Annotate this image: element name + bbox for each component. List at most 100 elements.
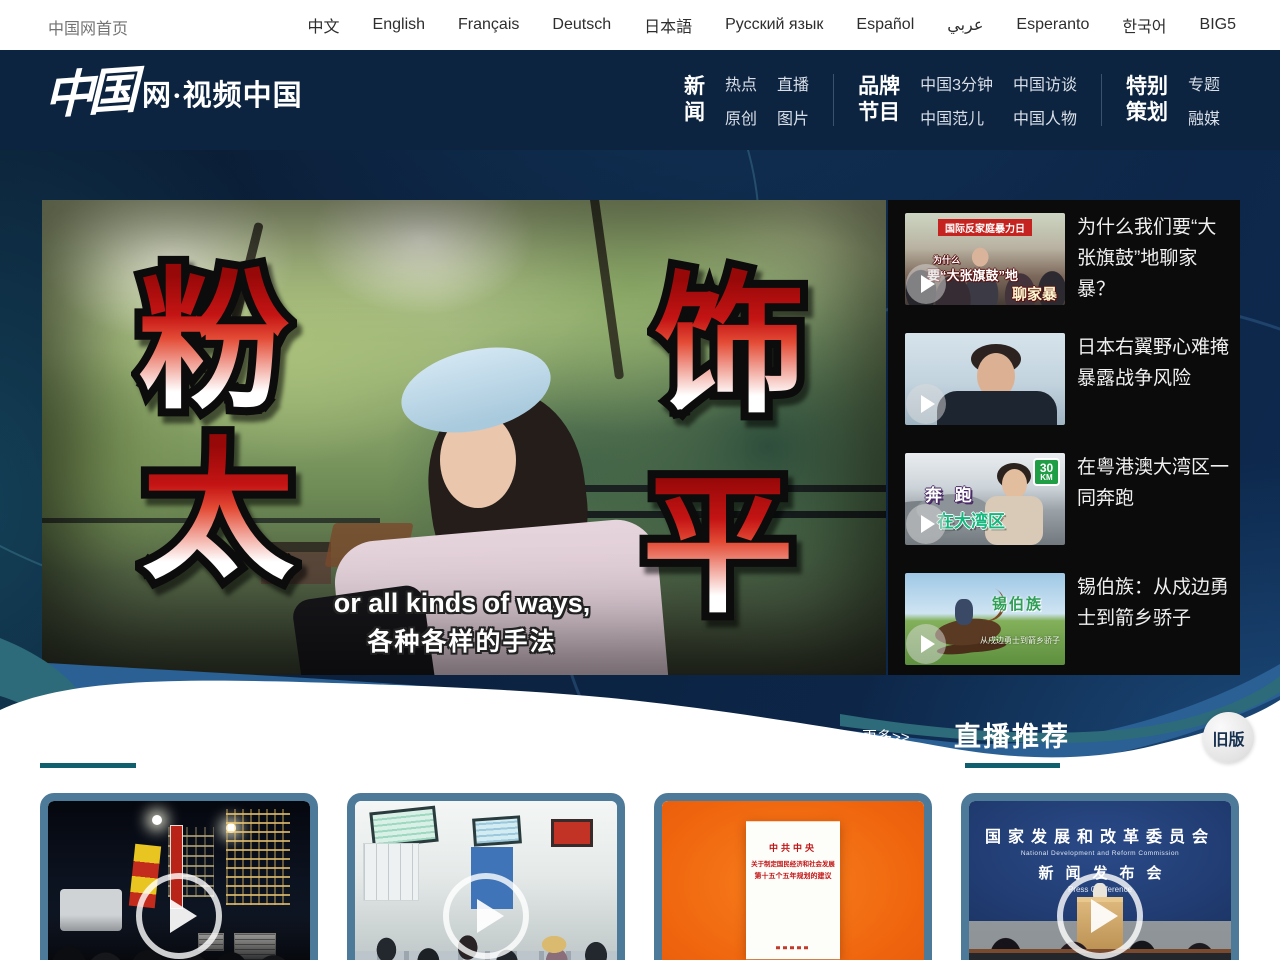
hero-section: or all kinds of ways, 各种各样的手法 国际反家庭暴力日 为… [0, 150, 1280, 790]
lang-espanol[interactable]: Español [856, 16, 914, 34]
video-thumbnail[interactable]: 30 KM 奔 跑 在大湾区 [905, 453, 1065, 545]
document-cover: 中共中央 关于制定国民经济和社会发展 第十五个五年规划的建议 [746, 821, 840, 959]
nav-link-media[interactable]: 融媒 [1188, 105, 1220, 129]
heading-underline [965, 763, 1060, 768]
nav-link-live[interactable]: 直播 [777, 71, 809, 95]
video-card-waiting-hall[interactable] [347, 793, 625, 960]
logo-suffix: 网·视频中国 [142, 72, 303, 114]
thumb-overlay-text: 聊家暴 [1012, 283, 1057, 304]
nav-link-hot[interactable]: 热点 [725, 71, 757, 95]
decor-screen [551, 819, 593, 847]
nav-special-line2: 策划 [1126, 100, 1168, 126]
subtitle-en: or all kinds of ways, [334, 588, 591, 619]
thumb-banner: 国际反家庭暴力日 [938, 219, 1032, 236]
backdrop-text: National Development and Reform Commissi… [969, 850, 1231, 857]
nav-news-line1: 新 [684, 74, 705, 100]
nav-link-china3min[interactable]: 中国3分钟 [920, 71, 993, 95]
lang-esperanto[interactable]: Esperanto [1016, 16, 1089, 34]
language-bar: 中文 English Français Deutsch 日本語 Русский … [308, 0, 1236, 50]
lang-big5[interactable]: BIG5 [1200, 16, 1236, 34]
decor-person [1002, 469, 1027, 499]
nav-brand-line1: 品牌 [858, 74, 900, 100]
site-logo[interactable]: 中国 网·视频中国 [44, 68, 303, 118]
nav-special-line1: 特别 [1126, 74, 1168, 100]
decor-streetlight [152, 815, 162, 825]
play-icon[interactable] [906, 264, 946, 304]
video-card-protest[interactable] [40, 793, 318, 960]
video-card-plan-document[interactable]: 中共中央 关于制定国民经济和社会发展 第十五个五年规划的建议 [654, 793, 932, 960]
play-icon[interactable] [136, 873, 222, 959]
lang-arabic[interactable]: عربي [947, 15, 983, 35]
nav-link-special-planning[interactable]: 特别 策划 [1126, 74, 1168, 127]
lang-english[interactable]: English [373, 16, 425, 34]
overlay-char-ping [642, 462, 812, 632]
video-thumbnail [355, 801, 617, 960]
section-heading-live: 直播推荐 [942, 715, 1082, 754]
video-thumbnail: 中共中央 关于制定国民经济和社会发展 第十五个五年规划的建议 [662, 801, 924, 960]
lang-zh[interactable]: 中文 [308, 13, 340, 37]
play-icon[interactable] [1057, 873, 1143, 959]
decor-tree [589, 200, 624, 380]
video-title[interactable]: 为什么我们要“大张旗鼓”地聊家暴？ [1077, 213, 1230, 305]
home-link[interactable]: 中国网首页 [48, 15, 128, 39]
nav-link-topics[interactable]: 专题 [1188, 71, 1220, 95]
more-link[interactable]: 更多>> [862, 726, 910, 747]
lang-japanese[interactable]: 日本語 [644, 13, 692, 37]
lang-francais[interactable]: Français [458, 16, 519, 34]
video-thumbnail: 国家发展和改革委员会 National Development and Refo… [969, 801, 1231, 960]
main-nav: 新 闻 热点 原创 直播 图片 品牌 节目 中国3分钟 中国范儿 中国 [684, 50, 1220, 150]
backdrop-text: 国家发展和改革委员会 [969, 823, 1231, 847]
video-card-row: 中共中央 关于制定国民经济和社会发展 第十五个五年规划的建议 国家发展和改革委员… [0, 793, 1280, 960]
publisher-mark [776, 946, 810, 949]
play-icon[interactable] [443, 873, 529, 959]
side-video-item-2[interactable]: 日本右翼野心难掩 暴露战争风险 [905, 333, 1230, 425]
lang-russian[interactable]: Русский язык [725, 16, 823, 34]
thumb-overlay-text: 奔 跑 [925, 481, 976, 506]
side-video-list: 国际反家庭暴力日 为什么 要“大张旗鼓”地 聊家暴 为什么我们要“大张旗鼓”地聊… [888, 200, 1240, 675]
decor-bench [324, 523, 413, 567]
nav-link-news[interactable]: 新 闻 [684, 74, 705, 127]
lang-korean[interactable]: 한국어 [1122, 13, 1166, 37]
side-video-item-3[interactable]: 30 KM 奔 跑 在大湾区 在粤港澳大湾区一同奔跑 [905, 453, 1230, 545]
sign-km: KM [1035, 474, 1058, 482]
video-title[interactable]: 日本右翼野心难掩 暴露战争风险 [1077, 333, 1230, 425]
nav-news-line2: 闻 [684, 100, 705, 126]
play-icon[interactable] [906, 504, 946, 544]
video-thumbnail[interactable] [905, 333, 1065, 425]
video-title[interactable]: 在粤港澳大湾区一同奔跑 [1077, 453, 1230, 545]
nav-group-brand-programs: 品牌 节目 中国3分钟 中国范儿 中国访谈 中国人物 [858, 71, 1077, 129]
decor-person [937, 391, 1057, 425]
nav-link-brand-programs[interactable]: 品牌 节目 [858, 74, 900, 127]
nav-link-original[interactable]: 原创 [725, 105, 757, 129]
document-title-line: 关于制定国民经济和社会发展 [750, 860, 836, 869]
decor-screen [472, 815, 522, 846]
side-video-item-1[interactable]: 国际反家庭暴力日 为什么 要“大张旗鼓”地 聊家暴 为什么我们要“大张旗鼓”地聊… [905, 213, 1230, 305]
nav-link-pictures[interactable]: 图片 [777, 105, 809, 129]
nav-group-news: 新 闻 热点 原创 直播 图片 [684, 71, 809, 129]
old-version-button[interactable]: 旧版 [1203, 712, 1254, 763]
video-card-press-conference[interactable]: 国家发展和改革委员会 National Development and Refo… [961, 793, 1239, 960]
nav-brand-line2: 节目 [858, 100, 900, 126]
nav-link-china-talk[interactable]: 中国访谈 [1013, 71, 1077, 95]
featured-video[interactable]: or all kinds of ways, 各种各样的手法 [42, 200, 886, 675]
nav-link-chinafanr[interactable]: 中国范儿 [920, 105, 993, 129]
overlay-char-tai [142, 428, 312, 598]
lang-deutsch[interactable]: Deutsch [552, 16, 611, 34]
decor-person [418, 383, 598, 610]
nav-link-china-people[interactable]: 中国人物 [1013, 105, 1077, 129]
overlay-char-shi [654, 262, 824, 432]
decor-building [226, 809, 290, 905]
decor-kiosk [363, 843, 419, 901]
overlay-char-fen [138, 258, 308, 428]
nav-divider [833, 74, 834, 126]
video-thumbnail[interactable]: 国际反家庭暴力日 为什么 要“大张旗鼓”地 聊家暴 [905, 213, 1065, 305]
nav-divider [1101, 74, 1102, 126]
logo-calligraphy: 中国 [44, 65, 142, 122]
speed-sign: 30 KM [1033, 458, 1060, 486]
decor-person-cap [393, 334, 559, 446]
topbar: 中国网首页 中文 English Français Deutsch 日本語 Ру… [0, 0, 1280, 50]
heading-underline [40, 763, 136, 768]
document-title-line: 第十五个五年规划的建议 [746, 871, 840, 881]
nav-group-special: 特别 策划 专题 融媒 [1126, 71, 1220, 129]
thumb-overlay-text: 在大湾区 [937, 507, 1005, 532]
